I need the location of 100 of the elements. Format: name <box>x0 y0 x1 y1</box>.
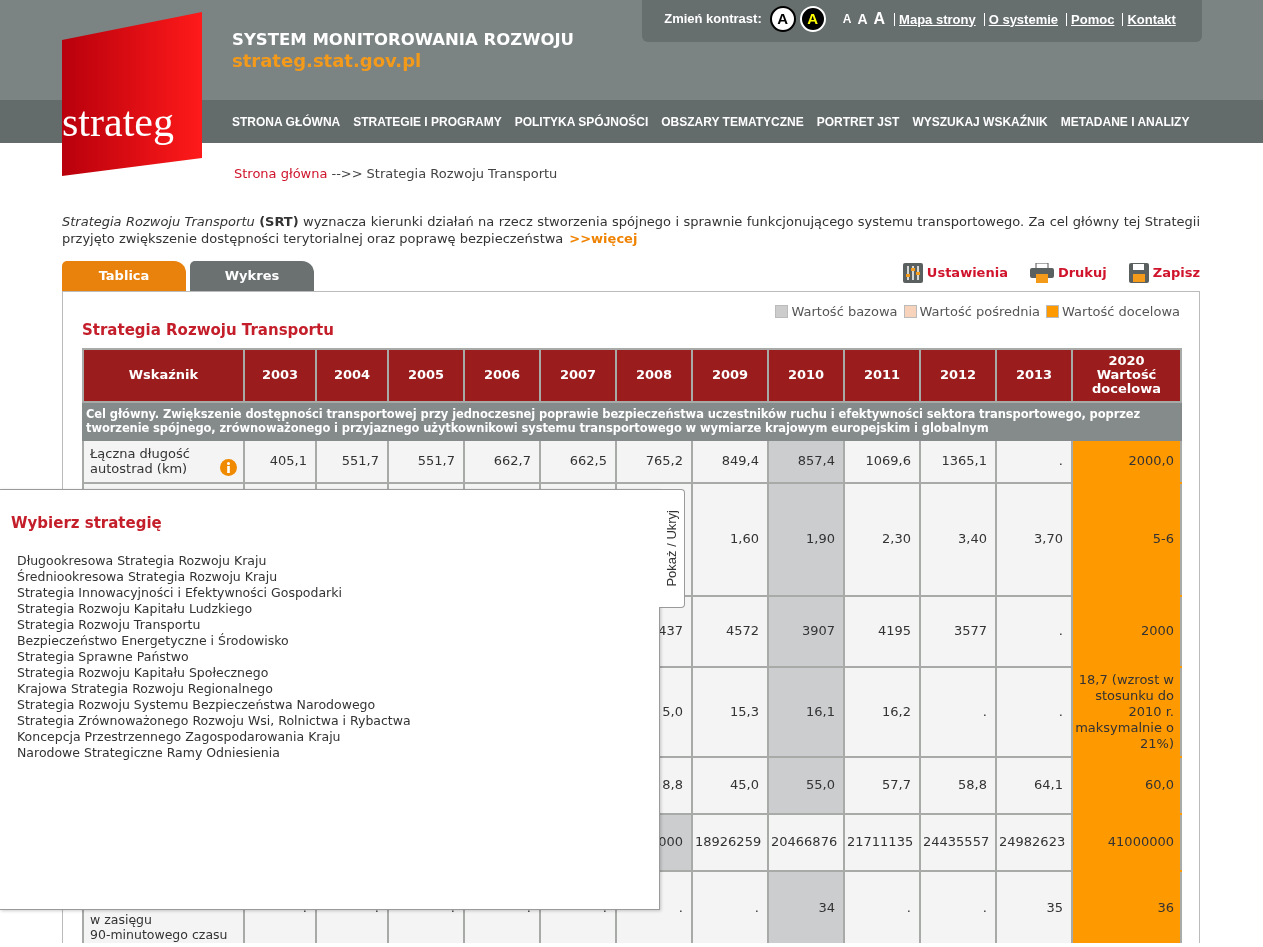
column-header: 2012 <box>920 348 996 402</box>
table-cell: 58,8 <box>920 756 996 814</box>
toolbar-button[interactable]: Ustawienia <box>902 262 1008 283</box>
table-cell: 857,4 <box>768 439 844 483</box>
site-url: strateg.stat.gov.pl <box>232 50 423 72</box>
table-cell: 551,7 <box>388 439 464 483</box>
view-tab[interactable]: Wykres <box>190 260 314 291</box>
strategy-link[interactable]: Średniookresowa Strategia Rozwoju Kraju <box>17 568 659 585</box>
table-cell: . <box>920 666 996 757</box>
table-cell: . <box>996 439 1072 483</box>
table-cell: 3907 <box>768 595 844 667</box>
row-label: Łączna długość autostrad (km) <box>83 439 244 483</box>
column-header: 2006 <box>464 348 540 402</box>
nav-link[interactable]: STRONA GŁÓWNA <box>232 112 341 131</box>
nav-link[interactable]: STRATEGIE I PROGRAMY <box>353 112 502 131</box>
column-header: 2008 <box>616 348 692 402</box>
font-size-button[interactable]: A <box>841 10 853 28</box>
panel-title: Wybierz strategię <box>11 513 163 534</box>
sliders-icon <box>902 262 923 283</box>
table-cell: 16,2 <box>844 666 920 757</box>
table-cell: 24435557 <box>920 813 996 871</box>
table-cell: 765,2 <box>616 439 692 483</box>
target-value-cell: 2000 <box>1072 595 1181 667</box>
legend-label: Wartość bazowa <box>791 303 898 320</box>
table-cell: 45,0 <box>692 756 768 814</box>
column-header: 2005 <box>388 348 464 402</box>
table-cell: 55,0 <box>768 756 844 814</box>
table-cell: 3,40 <box>920 482 996 596</box>
toolbar-button[interactable]: Zapisz <box>1128 262 1200 283</box>
table-cell: 3,70 <box>996 482 1072 596</box>
table-cell: . <box>996 666 1072 757</box>
nav-link[interactable]: WYSZUKAJ WSKAŹNIK <box>912 112 1048 131</box>
target-value-cell: 41000000 <box>1072 813 1181 871</box>
info-icon[interactable] <box>220 459 237 476</box>
table-cell: 4195 <box>844 595 920 667</box>
nav-link[interactable]: METADANE I ANALIZY <box>1060 112 1190 131</box>
column-header: 2011 <box>844 348 920 402</box>
table-cell: 57,7 <box>844 756 920 814</box>
table-cell: 18926259 <box>692 813 768 871</box>
target-value-cell: 2000,0 <box>1072 439 1181 483</box>
table-title: Strategia Rozwoju Transportu <box>82 319 335 340</box>
column-header: 2020 Wartość docelowa <box>1072 348 1181 402</box>
target-value-cell: 60,0 <box>1072 756 1181 814</box>
table-cell: . <box>692 870 768 943</box>
nav-link[interactable]: PORTRET JST <box>816 112 900 131</box>
column-header: 2007 <box>540 348 616 402</box>
table-cell: 1365,1 <box>920 439 996 483</box>
header-link[interactable]: Mapa strony <box>894 12 980 26</box>
table-cell: 1069,6 <box>844 439 920 483</box>
header-link[interactable]: Kontakt <box>1122 12 1180 26</box>
intro-paragraph: Strategia Rozwoju Transportu (SRT) wyznacza kierunki działań na rzecz stworzenia spójnego i sprawnie funkcjonującego systemu transportowego. Za cel główny tej Strategii przyjęto zwiększenie dostępności terytorialnej oraz poprawę bezpieczeństwa >>więcej <box>62 212 1200 247</box>
column-header: 2010 <box>768 348 844 402</box>
printer-icon <box>1029 262 1054 283</box>
table-cell: 16,1 <box>768 666 844 757</box>
contrast-button[interactable]: A <box>799 6 826 32</box>
table-cell: 35 <box>996 870 1072 943</box>
table-cell: . <box>844 870 920 943</box>
show-hide-tab[interactable]: Pokaż / Ukryj <box>659 489 685 608</box>
table-cell: 24982623 <box>996 813 1072 871</box>
target-value-cell: 36 <box>1072 870 1181 943</box>
target-value-cell: 18,7 (wzrost w stosunku do 2010 r. maksymalnie o 21%) <box>1072 666 1181 757</box>
contrast-button[interactable]: A <box>769 6 796 32</box>
table-cell: 34 <box>768 870 844 943</box>
table-cell: 15,3 <box>692 666 768 757</box>
table-cell: 662,7 <box>464 439 540 483</box>
legend-label: Wartość docelowa <box>1062 303 1180 320</box>
column-header: 2013 <box>996 348 1072 402</box>
table-cell: 4572 <box>692 595 768 667</box>
column-header: Wskaźnik <box>83 348 244 402</box>
column-header: 2004 <box>316 348 388 402</box>
table-cell: 20466876 <box>768 813 844 871</box>
breadcrumb-link[interactable]: Strona główna <box>234 166 328 181</box>
font-size-button[interactable]: A <box>872 7 887 31</box>
nav-link[interactable]: POLITYKA SPÓJNOŚCI <box>514 112 649 131</box>
table-cell: 551,7 <box>316 439 388 483</box>
table-cell: 662,5 <box>540 439 616 483</box>
font-size-button[interactable]: A <box>856 8 869 30</box>
table-cell: 405,1 <box>244 439 316 483</box>
contrast-label: Zmień kontrast: <box>664 10 762 29</box>
logo[interactable]: strateg <box>62 12 202 176</box>
header-link[interactable]: O systemie <box>983 12 1063 26</box>
strategy-link[interactable]: Długookresowa Strategia Rozwoju Kraju <box>17 552 659 569</box>
table-cell: 3577 <box>920 595 996 667</box>
header-link[interactable]: Pomoc <box>1066 12 1119 26</box>
site-title: SYSTEM MONITOROWANIA ROZWOJU <box>232 30 574 50</box>
toolbar-button[interactable]: Drukuj <box>1029 262 1107 283</box>
table-cell: 1,90 <box>768 482 844 596</box>
nav-link[interactable]: OBSZARY TEMATYCZNE <box>661 112 804 131</box>
column-header: 2003 <box>244 348 316 402</box>
column-header: 2009 <box>692 348 768 402</box>
table-cell: 64,1 <box>996 756 1072 814</box>
table-cell: 1,60 <box>692 482 768 596</box>
table-cell: 2,30 <box>844 482 920 596</box>
section-heading: Cel główny. Zwiększenie dostępności transportowej przy jednoczesnej poprawie bezpieczeństwa uczestników ruchu i efektywności sektora transportowego, poprzez tworzenie spójnego, zrównoważonego i przyjaznego użytkownikowi systemu transportowego w wymiarze krajowym europejskim i globalnym <box>83 401 1181 440</box>
table-cell: 21711135 <box>844 813 920 871</box>
target-value-cell: 5-6 <box>1072 482 1181 596</box>
legend-label: Wartość pośrednia <box>919 303 1041 320</box>
breadcrumb-separator: -->> <box>331 166 363 181</box>
table-cell: 849,4 <box>692 439 768 483</box>
table-cell: . <box>996 595 1072 667</box>
